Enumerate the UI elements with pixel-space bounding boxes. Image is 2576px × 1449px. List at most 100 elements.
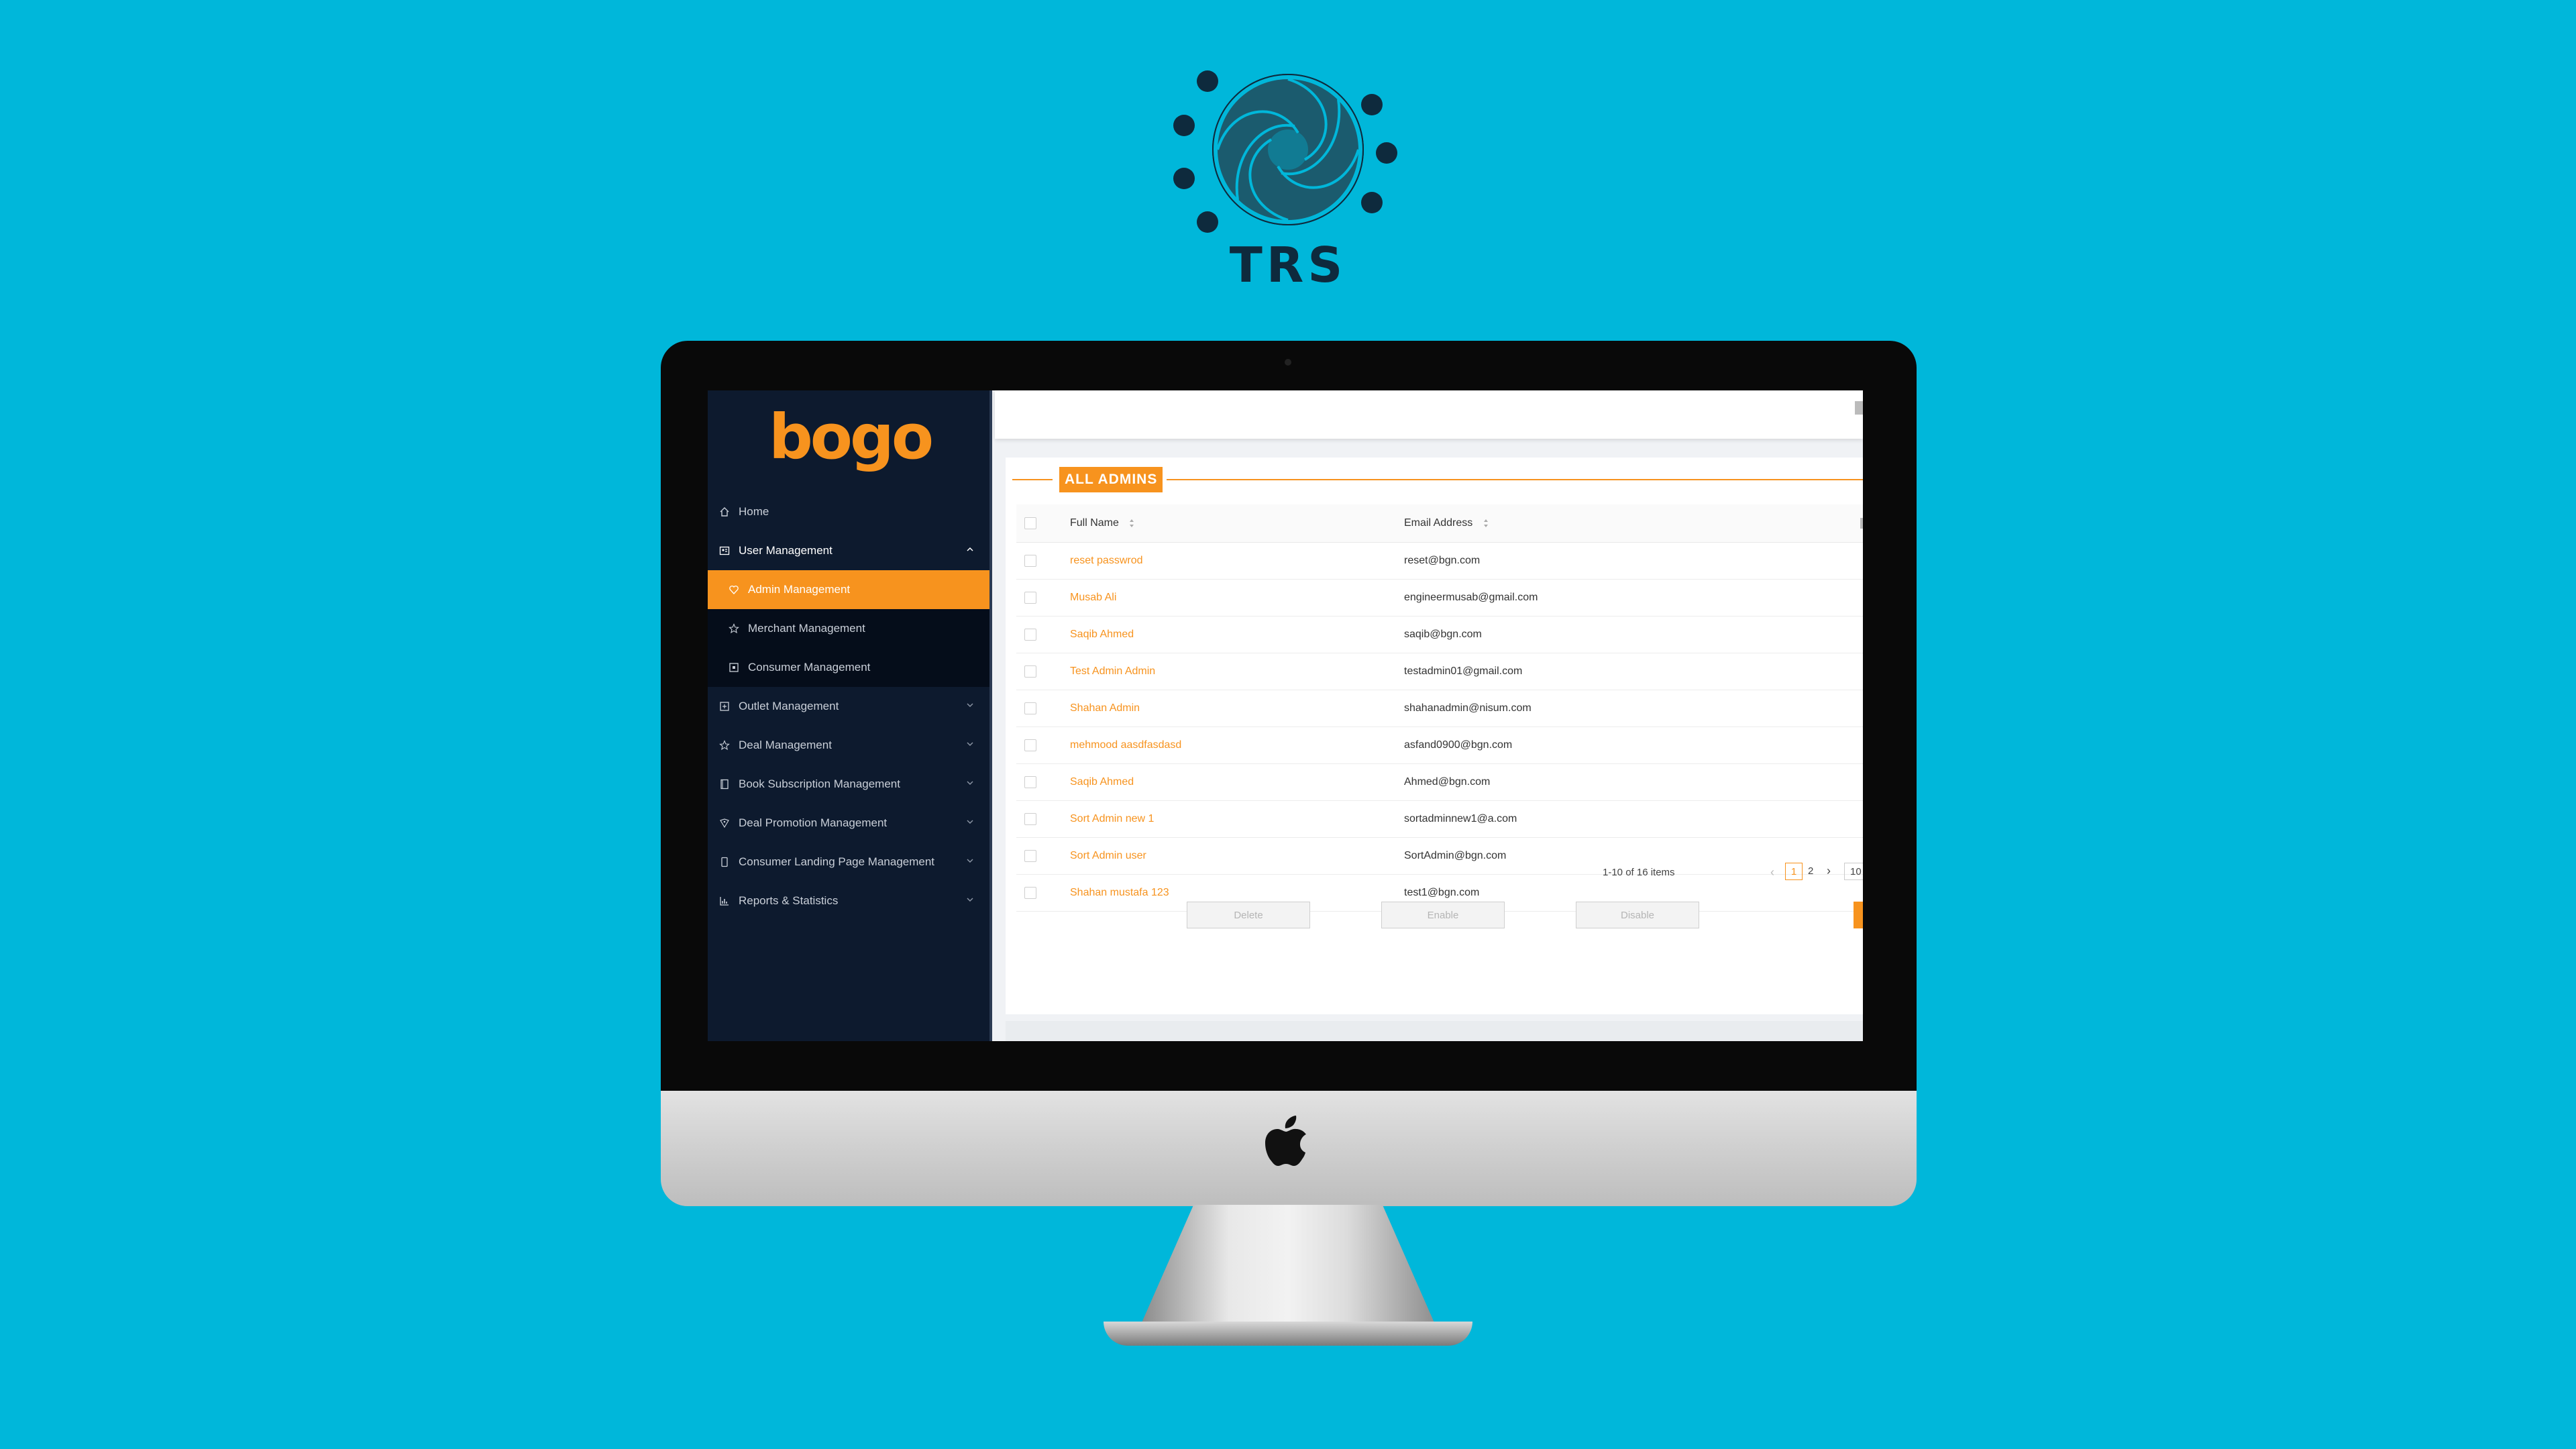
- sidebar-item-consumer-management[interactable]: Consumer Management: [708, 648, 989, 687]
- outlet-icon: [718, 700, 731, 712]
- sidebar-item-merchant-management[interactable]: Merchant Management: [708, 609, 989, 648]
- row-checkbox[interactable]: [1024, 702, 1036, 714]
- sidebar-item-home[interactable]: Home: [708, 492, 989, 531]
- chevron-down-icon: [967, 820, 973, 824]
- row-checkbox[interactable]: [1024, 555, 1036, 567]
- monitor-stand-neck: [1140, 1205, 1436, 1326]
- sidebar-item-label: Reports & Statistics: [739, 894, 839, 907]
- sort-icon[interactable]: [1128, 518, 1135, 529]
- row-checkbox[interactable]: [1024, 813, 1036, 825]
- home-icon: [718, 506, 731, 518]
- primary-action-button[interactable]: [1854, 902, 1863, 928]
- disable-button[interactable]: Disable: [1576, 902, 1699, 928]
- admins-table: Full Name Email Address reset passwrod re…: [1016, 504, 1863, 912]
- table-row[interactable]: mehmood aasdfasdasd asfand0900@bgn.com: [1016, 727, 1863, 764]
- table-row[interactable]: reset passwrod reset@bgn.com: [1016, 543, 1863, 580]
- pagination-total: 1-10 of 16 items: [1603, 867, 1675, 878]
- sidebar-item-deal-promotion-management[interactable]: Deal Promotion Management: [708, 804, 989, 843]
- admin-name-link[interactable]: Shahan mustafa 123: [1070, 887, 1169, 899]
- row-checkbox[interactable]: [1024, 592, 1036, 604]
- admin-name-link[interactable]: Sort Admin new 1: [1070, 813, 1154, 825]
- sidebar-item-user-management[interactable]: User Management: [708, 531, 989, 570]
- enable-button[interactable]: Enable: [1381, 902, 1505, 928]
- admin-name-link[interactable]: Saqib Ahmed: [1070, 629, 1134, 641]
- column-header-email[interactable]: Email Address: [1404, 517, 1489, 529]
- sidebar-item-reports-statistics[interactable]: Reports & Statistics: [708, 881, 989, 920]
- admin-name-link[interactable]: reset passwrod: [1070, 555, 1143, 567]
- trs-wordmark: TRS: [1229, 237, 1347, 293]
- book-icon: [718, 778, 731, 790]
- table-row[interactable]: Musab Ali engineermusab@gmail.com: [1016, 580, 1863, 616]
- table-header: Full Name Email Address: [1016, 504, 1863, 543]
- chevron-down-icon: [967, 703, 973, 708]
- admin-email: test1@bgn.com: [1404, 887, 1480, 898]
- section-divider: [1167, 479, 1863, 480]
- sidebar-item-book-subscription-management[interactable]: Book Subscription Management: [708, 765, 989, 804]
- sidebar-item-label: Consumer Management: [748, 661, 871, 674]
- section-divider: [1012, 479, 1053, 480]
- page-size-select[interactable]: 10 / page: [1844, 863, 1863, 880]
- next-page-button[interactable]: ›: [1827, 864, 1831, 878]
- table-row[interactable]: Shahan Admin shahanadmin@nisum.com: [1016, 690, 1863, 727]
- table-row[interactable]: Saqib Ahmed saqib@bgn.com: [1016, 616, 1863, 653]
- chevron-down-icon: [967, 859, 973, 863]
- monitor-stand-foot: [1104, 1322, 1472, 1346]
- page-1-button[interactable]: 1: [1785, 863, 1803, 880]
- sidebar-item-label: User Management: [739, 544, 833, 557]
- page-title: ALL ADMINS: [1059, 467, 1163, 492]
- delete-button[interactable]: Delete: [1187, 902, 1310, 928]
- main-content: ALL ADMINS Full Name Email Address reset…: [1006, 458, 1863, 1014]
- sidebar-menu: Home User Management Admin Management Me…: [708, 492, 989, 920]
- camera-icon: [1285, 359, 1291, 366]
- row-checkbox[interactable]: [1024, 629, 1036, 641]
- sidebar-item-outlet-management[interactable]: Outlet Management: [708, 687, 989, 726]
- page-2-button[interactable]: 2: [1808, 865, 1813, 877]
- column-header-label: Full Name: [1070, 517, 1119, 529]
- sort-icon[interactable]: [1483, 518, 1489, 529]
- app-screen: bogo Home User Management Admin Manageme…: [708, 390, 1863, 1041]
- sidebar-item-consumer-landing-page-management[interactable]: Consumer Landing Page Management: [708, 843, 989, 881]
- row-checkbox[interactable]: [1024, 887, 1036, 899]
- admin-email: engineermusab@gmail.com: [1404, 592, 1538, 603]
- sidebar-item-label: Outlet Management: [739, 700, 839, 712]
- sidebar-item-label: Deal Promotion Management: [739, 816, 888, 829]
- row-checkbox[interactable]: [1024, 739, 1036, 751]
- sidebar-item-admin-management[interactable]: Admin Management: [708, 570, 989, 609]
- sidebar: bogo Home User Management Admin Manageme…: [708, 390, 992, 1041]
- chevron-up-icon: [967, 547, 973, 551]
- table-row[interactable]: Saqib Ahmed Ahmed@bgn.com: [1016, 764, 1863, 801]
- sidebar-item-deal-management[interactable]: Deal Management: [708, 726, 989, 765]
- chevron-down-icon: [967, 898, 973, 902]
- chevron-down-icon: [967, 742, 973, 747]
- header-menu-icon[interactable]: [1855, 401, 1863, 415]
- table-row[interactable]: Sort Admin new 1 sortadminnew1@a.com: [1016, 801, 1863, 838]
- screen-footer: [1006, 1021, 1863, 1041]
- admin-email: saqib@bgn.com: [1404, 629, 1482, 640]
- chart-icon: [718, 895, 731, 907]
- previous-page-button[interactable]: ‹: [1770, 865, 1774, 879]
- select-all-checkbox[interactable]: [1024, 517, 1036, 529]
- column-header-full-name[interactable]: Full Name: [1070, 517, 1135, 529]
- admin-email: Ahmed@bgn.com: [1404, 776, 1491, 788]
- star-icon: [718, 739, 731, 751]
- bogo-logo: bogo: [768, 401, 934, 473]
- admin-name-link[interactable]: mehmood aasdfasdasd: [1070, 739, 1181, 751]
- row-checkbox[interactable]: [1024, 776, 1036, 788]
- table-row[interactable]: Test Admin Admin testadmin01@gmail.com: [1016, 653, 1863, 690]
- admin-name-link[interactable]: Test Admin Admin: [1070, 665, 1155, 678]
- user-management-icon: [718, 545, 731, 557]
- admin-email: reset@bgn.com: [1404, 555, 1481, 566]
- column-more-icon[interactable]: [1860, 518, 1863, 529]
- admin-name-link[interactable]: Saqib Ahmed: [1070, 776, 1134, 788]
- sidebar-item-label: Admin Management: [748, 583, 851, 596]
- row-checkbox[interactable]: [1024, 665, 1036, 678]
- admin-name-link[interactable]: Musab Ali: [1070, 592, 1116, 604]
- admin-email: sortadminnew1@a.com: [1404, 813, 1517, 824]
- sidebar-item-label: Merchant Management: [748, 622, 865, 635]
- pagination: 1-10 of 16 items ‹ 1 2 › 10 / page: [1006, 860, 1863, 887]
- admin-name-link[interactable]: Shahan Admin: [1070, 702, 1140, 714]
- admin-email: asfand0900@bgn.com: [1404, 739, 1513, 751]
- sidebar-item-label: Book Subscription Management: [739, 777, 900, 790]
- admin-email: shahanadmin@nisum.com: [1404, 702, 1532, 714]
- trs-aperture-icon: [1173, 70, 1397, 233]
